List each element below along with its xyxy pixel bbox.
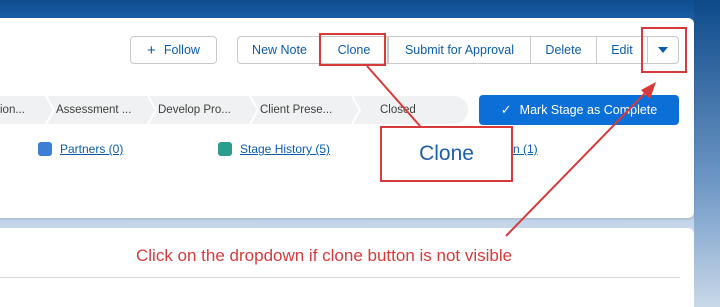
plus-icon: +: [147, 41, 156, 59]
clone-highlight-box: [319, 33, 386, 66]
partners-link-label: Partners (0): [60, 142, 124, 156]
stage-chevron: [147, 96, 158, 124]
stage-item[interactable]: Assessment ...: [56, 96, 146, 124]
related-link-partial[interactable]: n (1): [513, 140, 538, 158]
stage-item[interactable]: Develop Pro...: [158, 96, 248, 124]
annotation-instruction: Click on the dropdown if clone button is…: [136, 246, 513, 265]
follow-button[interactable]: + Follow: [130, 36, 217, 64]
new-note-button[interactable]: New Note: [237, 36, 322, 64]
stage-label: ion...: [0, 104, 25, 116]
new-note-label: New Note: [252, 43, 307, 57]
stage-label: Assessment ...: [56, 104, 132, 116]
related-link-stage-history[interactable]: Stage History (5): [218, 140, 330, 158]
follow-button-label: Follow: [163, 43, 200, 57]
stage-history-icon: [218, 142, 232, 156]
stage-chevron: [351, 96, 362, 124]
clone-callout-label: Clone: [419, 142, 474, 165]
check-icon: ✓: [500, 102, 512, 117]
submit-for-approval-label: Submit for Approval: [404, 43, 515, 57]
clone-callout-box: Clone: [380, 126, 513, 182]
dropdown-highlight-box: [641, 27, 687, 73]
background-strip: [694, 0, 720, 307]
mark-stage-complete-button[interactable]: ✓ Mark Stage as Complete: [479, 95, 679, 125]
stage-chevron: [45, 96, 56, 124]
related-link-partners[interactable]: Partners (0): [38, 140, 123, 158]
delete-button[interactable]: Delete: [530, 36, 597, 64]
detail-card: [0, 228, 694, 307]
divider: [0, 277, 680, 278]
stage-label: Develop Pro...: [158, 104, 231, 116]
delete-label: Delete: [545, 43, 582, 57]
stage-history-link-label: Stage History (5): [240, 142, 331, 156]
stage-label: Closed: [380, 104, 416, 116]
partners-icon: [38, 142, 52, 156]
stage-label: Client Prese...: [260, 104, 333, 116]
submit-for-approval-button[interactable]: Submit for Approval: [388, 36, 531, 64]
edit-label: Edit: [611, 43, 633, 57]
partial-link-label: n (1): [513, 142, 538, 156]
stage-chevron: [249, 96, 260, 124]
stage-item[interactable]: ion...: [0, 96, 44, 124]
mark-stage-complete-label: Mark Stage as Complete: [519, 103, 658, 117]
stage-item-closed[interactable]: Closed: [380, 96, 440, 124]
stage-item[interactable]: Client Prese...: [260, 96, 350, 124]
